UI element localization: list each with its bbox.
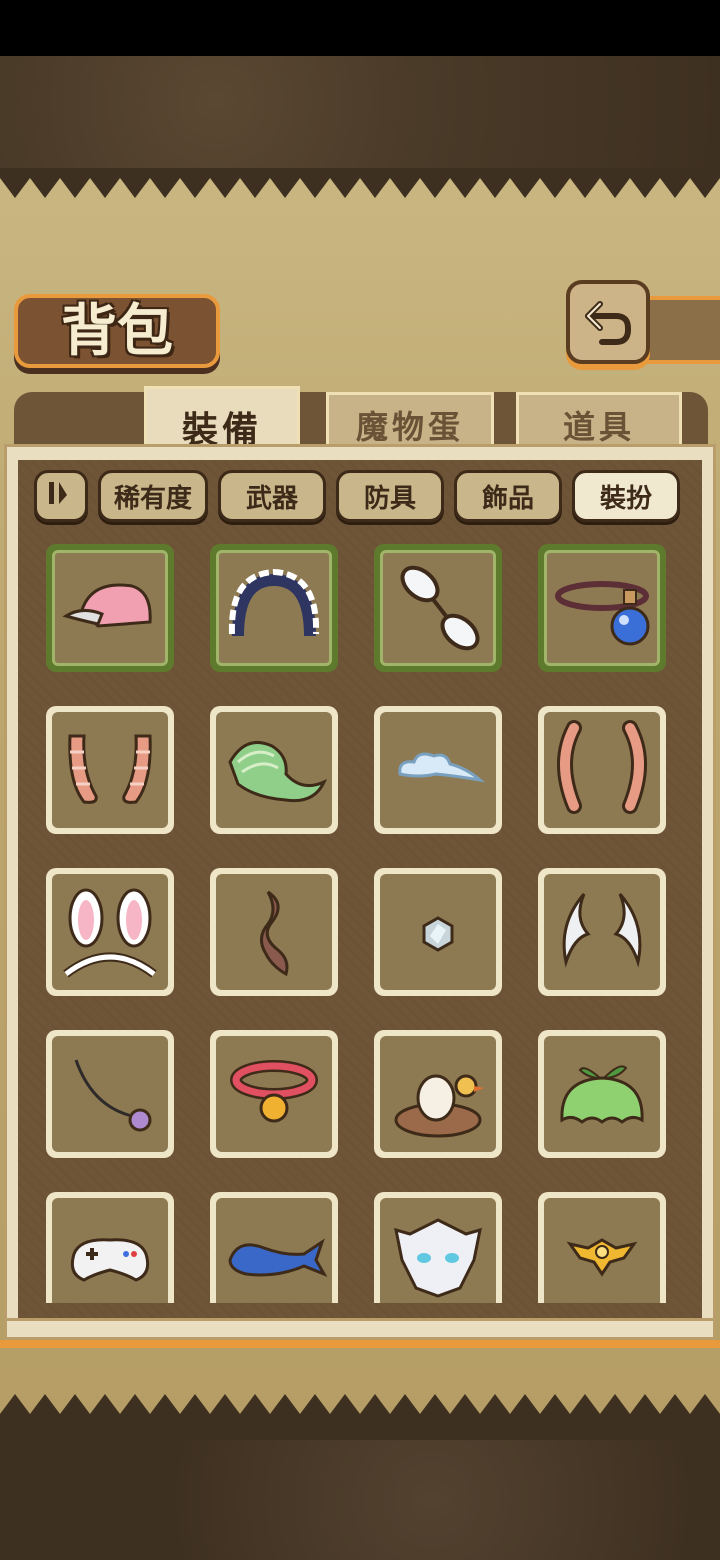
filter-armor[interactable]: 防具 (336, 470, 444, 522)
filter-label: 武器 (245, 483, 298, 514)
white-horns-icon (562, 893, 642, 968)
gold-emblem-icon (566, 1238, 638, 1277)
zigzag-border-top (0, 168, 720, 198)
inventory-slot[interactable] (538, 868, 666, 996)
back-arrow-icon (585, 301, 631, 345)
tab-label: 魔物蛋 (355, 408, 464, 446)
glasses-icon (400, 565, 480, 651)
inventory-slot[interactable] (46, 544, 174, 672)
inventory-grid[interactable] (18, 530, 702, 1303)
inventory-slot[interactable] (538, 1030, 666, 1158)
panel-orange-trim (0, 1340, 720, 1348)
zigzag-border-bottom (0, 1394, 720, 1440)
inventory-slot[interactable] (374, 544, 502, 672)
inventory-slot[interactable] (538, 1192, 666, 1303)
nest-duck-icon (394, 1074, 484, 1138)
inventory-slot[interactable] (46, 1192, 174, 1303)
pink-cap-icon (62, 583, 152, 628)
inventory-slot[interactable] (210, 1030, 338, 1158)
inventory-slot[interactable] (374, 1030, 502, 1158)
back-button[interactable] (566, 280, 650, 364)
page-title-plate: 背包 (14, 294, 220, 368)
inventory-slot[interactable] (46, 1030, 174, 1158)
bell-collar-icon (230, 1060, 318, 1123)
tab-label: 道具 (562, 408, 635, 446)
filter-label: 飾品 (481, 483, 534, 514)
filter-rarity[interactable]: 稀有度 (98, 470, 208, 522)
tail-whip-icon (74, 1059, 152, 1132)
inventory-slot[interactable] (210, 1192, 338, 1303)
inventory-slot[interactable] (374, 706, 502, 834)
filter-label: 稀有度 (113, 483, 192, 514)
panel-bottom-rail (4, 1318, 716, 1340)
dragon-mask-icon (394, 1218, 482, 1298)
inventory-slot[interactable] (210, 706, 338, 834)
sort-pause-icon (49, 482, 67, 504)
wavy-tail-icon (260, 890, 289, 977)
striped-horns-icon (68, 734, 152, 804)
filter-weapon[interactable]: 武器 (218, 470, 326, 522)
page-title: 背包 (61, 298, 173, 364)
map-background-top (0, 56, 720, 168)
bunny-ears-icon (63, 888, 157, 978)
filter-accessory[interactable]: 飾品 (454, 470, 562, 522)
filter-label: 防具 (363, 483, 416, 514)
potion-necklace-icon (555, 581, 650, 646)
fish-tail-icon (228, 1238, 328, 1277)
inventory-slot[interactable] (538, 706, 666, 834)
crystal-icon (422, 916, 454, 952)
inventory-slot[interactable] (46, 706, 174, 834)
cloud-icon (398, 752, 486, 783)
filter-costume[interactable]: 裝扮 (572, 470, 680, 522)
green-scarf-icon (228, 741, 328, 803)
status-bar (0, 0, 720, 56)
game-controller-icon (70, 1238, 150, 1282)
map-background-bottom (0, 1440, 720, 1560)
inventory-slot[interactable] (210, 544, 338, 672)
inventory-slot[interactable] (538, 544, 666, 672)
maid-headband-icon (228, 568, 320, 637)
inventory-slot[interactable] (46, 868, 174, 996)
sort-button[interactable] (34, 470, 88, 522)
filter-label: 裝扮 (599, 483, 652, 514)
curved-horns-icon (557, 720, 647, 814)
inventory-slot[interactable] (210, 868, 338, 996)
inventory-slot[interactable] (374, 868, 502, 996)
inventory-slot[interactable] (374, 1192, 502, 1303)
slime-hat-icon (560, 1065, 644, 1124)
